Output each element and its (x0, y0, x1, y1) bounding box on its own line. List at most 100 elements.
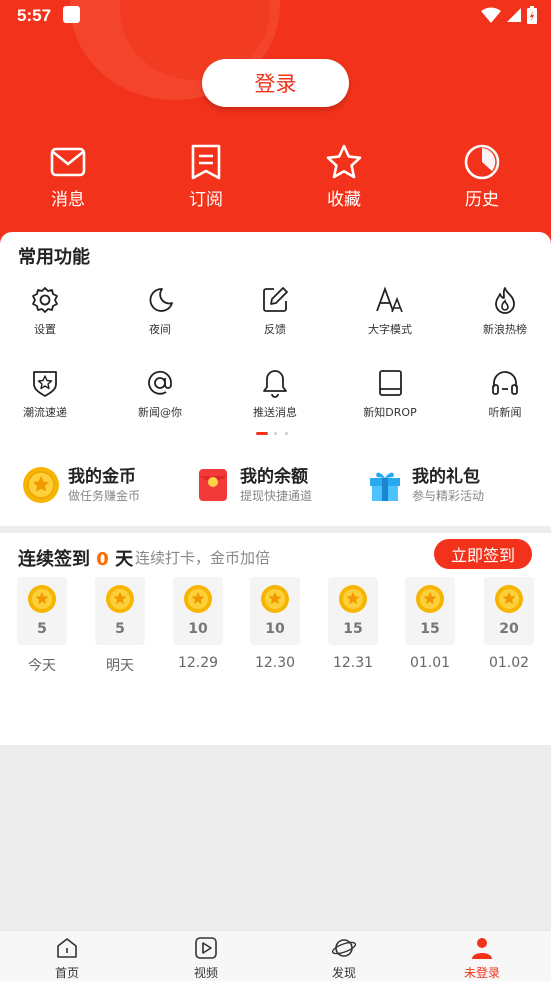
quick-nav-label: 收藏 (327, 190, 361, 210)
gear-icon (32, 287, 58, 313)
notification-icon (63, 6, 80, 23)
bell-icon (263, 370, 287, 398)
func-label: 大字模式 (368, 323, 412, 336)
flame-icon (495, 287, 515, 314)
checkin-subtitle: 连续打卡，金币加倍 (135, 549, 271, 567)
quick-nav-label: 历史 (465, 190, 499, 210)
func-feedback[interactable]: 反馈 (230, 285, 320, 337)
red-envelope-icon (199, 469, 227, 501)
checkin-day-points: 5 (37, 621, 47, 637)
func-label: 新闻@你 (138, 406, 182, 419)
func-news-at-you[interactable]: 新闻@你 (115, 368, 205, 420)
gold-coin-icon (416, 585, 444, 613)
asset-gold-coins[interactable]: 我的金币 做任务赚金币 (22, 462, 172, 506)
asset-subtitle: 参与精彩活动 (412, 489, 485, 503)
quick-nav-label: 订阅 (189, 190, 223, 210)
checkin-day: 15 12.31 (328, 577, 378, 671)
checkin-day-label: 12.29 (177, 655, 219, 671)
checkin-day-card: 5 (95, 577, 145, 645)
checkin-day: 10 12.30 (250, 577, 300, 671)
bottom-nav-profile[interactable]: 未登录 (442, 936, 522, 981)
profile-header: 5:57 登录 消息 订阅 收藏 历史 (0, 0, 551, 250)
checkin-day-points: 10 (265, 621, 285, 637)
asset-gift-pack[interactable]: 我的礼包 参与精彩活动 (366, 462, 516, 506)
page-indicator-dot (274, 432, 277, 435)
moon-icon (149, 288, 173, 312)
checkin-title: 连续签到 0 天 (18, 545, 133, 571)
gold-coin-icon (495, 585, 523, 613)
checkin-button[interactable]: 立即签到 (434, 539, 532, 569)
func-trend-express[interactable]: 潮流速递 (0, 368, 90, 420)
checkin-days-count: 0 (96, 549, 109, 570)
checkin-day-points: 20 (499, 621, 519, 637)
checkin-day-card: 10 (173, 577, 223, 645)
asset-title: 我的金币 (68, 467, 136, 487)
gold-coin-icon (106, 585, 134, 613)
func-hot-list[interactable]: 新浪热榜 (460, 285, 550, 337)
home-icon (57, 938, 77, 958)
func-settings[interactable]: 设置 (0, 285, 90, 337)
gold-coin-icon (261, 585, 289, 613)
user-icon (472, 938, 492, 959)
book-icon (379, 370, 402, 396)
gold-coin-icon (184, 585, 212, 613)
wifi-icon (481, 7, 501, 23)
status-icons (481, 6, 537, 24)
gold-coin-icon (28, 585, 56, 613)
asset-balance[interactable]: 我的余额 提现快捷通道 (194, 462, 344, 506)
bottom-nav-label: 发现 (331, 966, 356, 980)
font-size-icon (376, 286, 403, 313)
checkin-day-label: 01.02 (488, 655, 530, 671)
func-label: 潮流速递 (23, 406, 67, 419)
checkin-day-label: 12.30 (254, 655, 296, 671)
bottom-nav-label: 视频 (193, 966, 218, 980)
func-label: 反馈 (264, 323, 286, 336)
headphones-icon (492, 371, 518, 395)
checkin-day-points: 10 (188, 621, 208, 637)
checkin-day: 5 明天 (95, 577, 145, 675)
status-bar: 5:57 (0, 0, 551, 32)
bottom-nav: 首页 视频 发现 未登录 (0, 930, 551, 981)
quick-nav-favorites[interactable]: 收藏 (304, 143, 384, 210)
asset-title: 我的余额 (240, 467, 308, 487)
bottom-nav-discover[interactable]: 发现 (304, 936, 384, 981)
func-label: 设置 (34, 323, 56, 336)
func-drop[interactable]: 新知DROP (345, 368, 435, 420)
bottom-nav-video[interactable]: 视频 (166, 936, 246, 981)
asset-subtitle: 提现快捷通道 (240, 489, 313, 503)
func-push-messages[interactable]: 推送消息 (230, 368, 320, 420)
quick-nav-label: 消息 (51, 190, 85, 210)
func-night-mode[interactable]: 夜间 (115, 285, 205, 337)
bottom-nav-home[interactable]: 首页 (27, 936, 107, 981)
common-functions-title: 常用功能 (18, 247, 90, 268)
checkin-day-card: 20 (484, 577, 534, 645)
checkin-day-points: 5 (115, 621, 125, 637)
bottom-nav-label: 首页 (54, 966, 79, 980)
quick-nav-subscribe[interactable]: 订阅 (166, 143, 246, 210)
checkin-day-label: 12.31 (332, 655, 374, 671)
quick-nav: 消息 订阅 收藏 历史 (0, 143, 551, 213)
at-icon (148, 370, 172, 395)
checkin-day-card: 10 (250, 577, 300, 645)
bottom-nav-label: 未登录 (463, 966, 500, 980)
signal-icon (507, 8, 521, 22)
battery-icon (527, 6, 537, 24)
login-button[interactable]: 登录 (202, 59, 349, 107)
badge-star-icon (33, 371, 57, 397)
func-listen-news[interactable]: 听新闻 (460, 368, 550, 420)
func-large-font[interactable]: 大字模式 (345, 285, 435, 337)
star-icon (326, 144, 362, 179)
edit-icon (263, 287, 288, 312)
checkin-title-suffix: 天 (115, 549, 134, 570)
page-indicator-active (256, 432, 268, 435)
checkin-day: 15 01.01 (405, 577, 455, 671)
quick-nav-messages[interactable]: 消息 (28, 143, 108, 210)
quick-nav-history[interactable]: 历史 (442, 143, 522, 210)
checkin-section: 连续签到 0 天 连续打卡，金币加倍 立即签到 5 今天 5 明天 10 12.… (0, 533, 551, 745)
func-label: 听新闻 (488, 406, 522, 419)
checkin-day: 20 01.02 (484, 577, 534, 671)
checkin-day-label: 今天 (28, 658, 56, 674)
gold-coin-icon (23, 467, 59, 503)
mail-icon (50, 147, 86, 177)
asset-subtitle: 做任务赚金币 (68, 489, 141, 503)
